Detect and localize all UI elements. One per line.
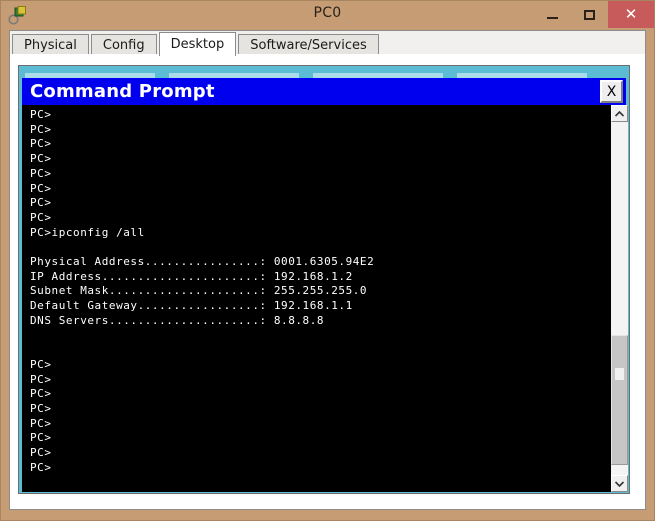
maximize-button[interactable] <box>571 1 608 28</box>
command-prompt-title: Command Prompt <box>30 81 215 102</box>
command-prompt-window: Command Prompt X PC> PC> PC> PC> PC> PC>… <box>18 65 630 494</box>
scroll-down-button[interactable] <box>611 475 628 492</box>
close-icon: ✕ <box>624 5 638 23</box>
tab-config-label: Config <box>102 37 145 53</box>
command-prompt-top-band <box>19 66 629 78</box>
close-button[interactable]: ✕ <box>608 1 654 28</box>
tab-software-services[interactable]: Software/Services <box>238 34 379 55</box>
tab-physical-label: Physical <box>24 37 77 53</box>
tab-desktop-label: Desktop <box>170 37 225 52</box>
maximize-icon <box>584 9 595 20</box>
minimize-button[interactable] <box>534 1 571 28</box>
terminal-output-area[interactable]: PC> PC> PC> PC> PC> PC> PC> PC> PC>ipcon… <box>22 105 626 492</box>
close-icon: X <box>606 83 617 100</box>
minimize-icon <box>547 16 558 19</box>
scroll-up-button[interactable] <box>611 105 628 122</box>
terminal-text: PC> PC> PC> PC> PC> PC> PC> PC> PC>ipcon… <box>30 108 375 474</box>
command-prompt-close-button[interactable]: X <box>600 80 623 103</box>
tab-strip: Physical Config Desktop Software/Service… <box>9 30 646 56</box>
tab-desktop[interactable]: Desktop <box>158 32 237 56</box>
terminal-scrollbar[interactable] <box>611 105 628 492</box>
desktop-content-panel: Command Prompt X PC> PC> PC> PC> PC> PC>… <box>9 54 646 510</box>
pc0-window: PC0 ✕ Physical Config Desktop Software/S… <box>0 0 655 521</box>
tab-physical[interactable]: Physical <box>12 34 89 55</box>
chevron-up-icon <box>615 110 624 117</box>
window-title-bar[interactable]: PC0 ✕ <box>1 1 654 28</box>
command-prompt-title-bar[interactable]: Command Prompt X <box>22 78 626 105</box>
window-controls: ✕ <box>534 1 654 28</box>
scrollbar-thumb[interactable] <box>611 335 628 465</box>
scrollbar-thumb-grip <box>615 368 624 380</box>
tab-config[interactable]: Config <box>90 34 157 55</box>
scrollbar-track[interactable] <box>611 122 628 475</box>
chevron-down-icon <box>615 480 624 487</box>
tab-software-services-label: Software/Services <box>250 37 367 53</box>
